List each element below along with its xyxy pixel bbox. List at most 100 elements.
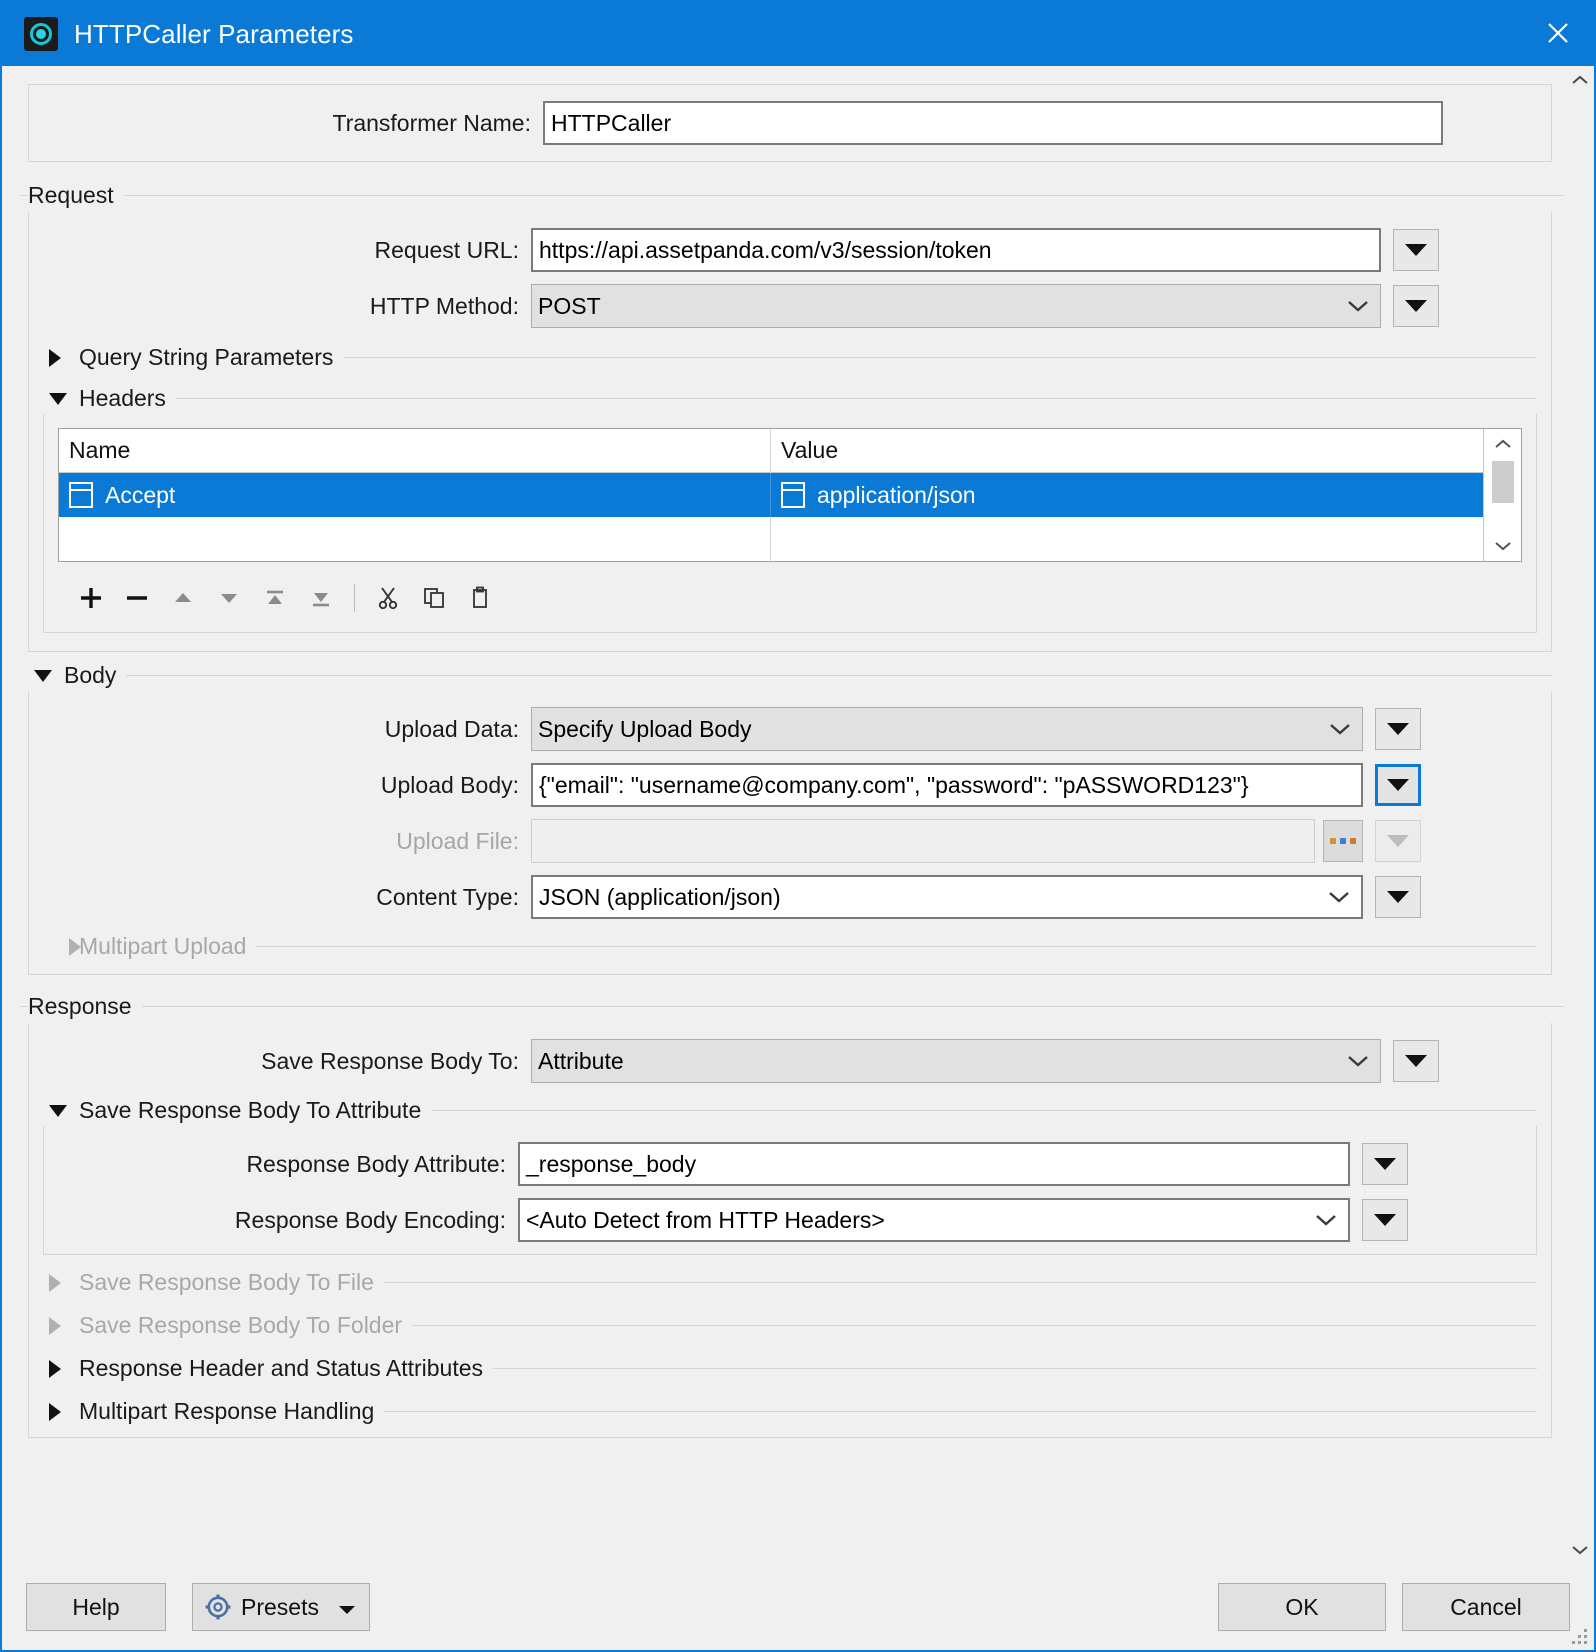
collapse-triangle-down-icon[interactable] [28, 669, 58, 682]
upload-file-label: Upload File: [396, 827, 519, 854]
chevron-down-icon [1327, 890, 1351, 904]
body-section-body: Upload Data: Specify Upload Body Upload … [28, 691, 1552, 975]
save-response-body-to-file-section: Save Response Body To File [43, 1269, 1537, 1296]
scrollbar-track[interactable] [1565, 94, 1594, 1536]
upload-data-dropdown-button[interactable] [1375, 708, 1421, 750]
dialog-footer: Help Presets OK Cancel [2, 1564, 1594, 1650]
http-method-dropdown-button[interactable] [1393, 285, 1439, 327]
headers-section[interactable]: Headers [43, 385, 1537, 412]
response-body-attribute-dropdown-button[interactable] [1362, 1143, 1408, 1185]
body-section[interactable]: Body [28, 662, 1552, 689]
scroll-down-icon[interactable] [1494, 531, 1512, 561]
request-group-label: Request [28, 181, 114, 208]
transformer-name-input[interactable]: HTTPCaller [543, 101, 1443, 145]
browse-file-button [1323, 820, 1363, 862]
scroll-down-icon[interactable] [1566, 1536, 1594, 1564]
attribute-value-icon [781, 482, 805, 508]
add-row-button[interactable] [68, 578, 114, 618]
response-group-body: Save Response Body To: Attribute Save Re… [28, 1023, 1552, 1438]
dialog-scrollbar[interactable] [1564, 66, 1594, 1564]
response-header-and-status-section[interactable]: Response Header and Status Attributes [43, 1355, 1537, 1382]
save-response-body-to-label: Save Response Body To: [261, 1047, 519, 1074]
presets-button[interactable]: Presets [192, 1583, 370, 1631]
request-url-label: Request URL: [374, 236, 519, 263]
empty-name-cell[interactable] [59, 517, 771, 561]
headers-table-header: Name Value [59, 429, 1483, 473]
cancel-button[interactable]: Cancel [1402, 1583, 1570, 1631]
response-header-and-status-label: Response Header and Status Attributes [79, 1355, 484, 1381]
fme-transformer-icon [24, 17, 58, 51]
paste-button[interactable] [457, 578, 503, 618]
transformer-name-label: Transformer Name: [332, 109, 531, 136]
cut-button[interactable] [365, 578, 411, 618]
save-response-body-to-dropdown-button[interactable] [1393, 1040, 1439, 1082]
move-down-button[interactable] [206, 578, 252, 618]
save-response-body-to-select[interactable]: Attribute [531, 1039, 1381, 1083]
header-name-cell[interactable]: Accept [59, 473, 771, 517]
response-body-encoding-dropdown-button[interactable] [1362, 1199, 1408, 1241]
request-url-dropdown-button[interactable] [1393, 229, 1439, 271]
http-method-label: HTTP Method: [369, 292, 519, 319]
upload-body-input[interactable]: {"email": "username@company.com", "passw… [531, 763, 1363, 807]
collapse-triangle-down-icon[interactable] [43, 392, 73, 405]
content-type-label: Content Type: [376, 883, 519, 910]
response-body-attribute-input[interactable]: _response_body [518, 1142, 1350, 1186]
response-body-encoding-select[interactable]: <Auto Detect from HTTP Headers> [518, 1198, 1350, 1242]
scrollbar-thumb[interactable] [1491, 461, 1514, 503]
save-response-body-to-folder-label: Save Response Body To Folder [79, 1312, 403, 1338]
expand-triangle-right-icon[interactable] [43, 348, 73, 367]
scroll-up-icon[interactable] [1566, 66, 1594, 94]
table-row[interactable]: Accept application/json [59, 473, 1483, 517]
save-response-body-to-file-label: Save Response Body To File [79, 1269, 374, 1295]
table-row-empty[interactable] [59, 517, 1483, 561]
multipart-response-handling-section[interactable]: Multipart Response Handling [43, 1398, 1537, 1425]
multipart-response-handling-label: Multipart Response Handling [79, 1398, 375, 1424]
expand-triangle-right-icon[interactable] [43, 1402, 73, 1421]
query-string-parameters-label: Query String Parameters [79, 344, 334, 370]
expand-triangle-right-icon [43, 937, 81, 956]
upload-data-label: Upload Data: [384, 715, 519, 742]
expand-triangle-right-icon[interactable] [43, 1359, 73, 1378]
remove-row-button[interactable] [114, 578, 160, 618]
http-method-select[interactable]: POST [531, 284, 1381, 328]
gear-icon [205, 1594, 231, 1620]
save-response-body-to-attribute-section[interactable]: Save Response Body To Attribute [43, 1097, 1537, 1124]
close-icon[interactable] [1522, 2, 1594, 64]
request-group-body: Request URL: https://api.assetpanda.com/… [28, 212, 1552, 652]
help-button[interactable]: Help [26, 1583, 166, 1631]
save-to-attribute-body: Response Body Attribute: _response_body … [43, 1126, 1537, 1255]
multipart-upload-section: Multipart Upload [43, 933, 1537, 960]
content-type-dropdown-button[interactable] [1375, 876, 1421, 918]
ok-button[interactable]: OK [1218, 1583, 1386, 1631]
collapse-triangle-down-icon[interactable] [43, 1104, 73, 1117]
dialog-body: Transformer Name: HTTPCaller Request Req… [2, 66, 1594, 1564]
headers-table-scrollbar[interactable] [1483, 429, 1521, 561]
parameters-scroll-area: Transformer Name: HTTPCaller Request Req… [2, 66, 1564, 1564]
column-header-value: Value [781, 437, 839, 463]
response-body-attribute-label: Response Body Attribute: [246, 1150, 506, 1177]
save-response-body-to-folder-section: Save Response Body To Folder [43, 1312, 1537, 1339]
save-response-body-to-attribute-label: Save Response Body To Attribute [79, 1097, 422, 1123]
multipart-upload-label: Multipart Upload [79, 933, 247, 959]
request-group-header: Request [10, 178, 1564, 212]
response-body-encoding-label: Response Body Encoding: [234, 1206, 506, 1233]
response-group-header: Response [10, 989, 1564, 1023]
header-value-cell[interactable]: application/json [771, 473, 1483, 517]
copy-button[interactable] [411, 578, 457, 618]
content-type-select[interactable]: JSON (application/json) [531, 875, 1363, 919]
move-to-bottom-button[interactable] [298, 578, 344, 618]
toolbar-divider [354, 584, 355, 612]
empty-value-cell[interactable] [771, 517, 1483, 561]
query-string-parameters-section[interactable]: Query String Parameters [43, 344, 1537, 371]
headers-table-toolbar [58, 570, 1522, 620]
upload-body-dropdown-button[interactable] [1375, 764, 1421, 806]
upload-file-dropdown-button [1375, 820, 1421, 862]
move-up-button[interactable] [160, 578, 206, 618]
upload-data-select[interactable]: Specify Upload Body [531, 707, 1363, 751]
resize-grip[interactable] [1572, 1629, 1588, 1645]
move-to-top-button[interactable] [252, 578, 298, 618]
scroll-up-icon[interactable] [1494, 429, 1512, 459]
chevron-down-icon [1328, 722, 1352, 736]
upload-file-input [531, 819, 1315, 863]
request-url-input[interactable]: https://api.assetpanda.com/v3/session/to… [531, 228, 1381, 272]
